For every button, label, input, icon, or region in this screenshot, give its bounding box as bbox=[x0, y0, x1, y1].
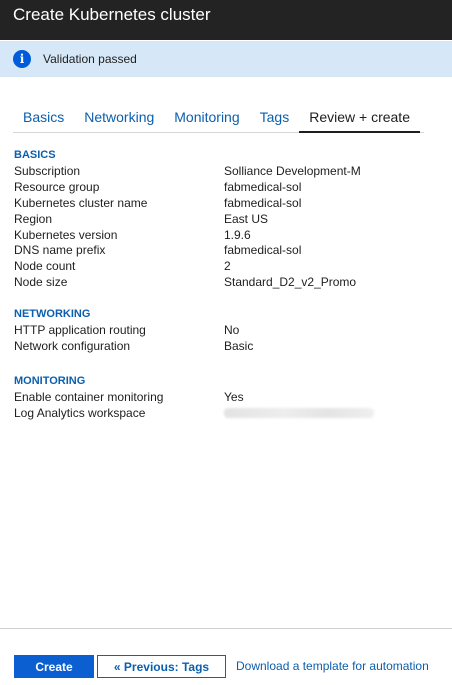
tab-tags[interactable]: Tags bbox=[250, 107, 300, 131]
monitoring-section: MONITORING Enable container monitoring Ye… bbox=[14, 374, 444, 421]
row-value: fabmedical-sol bbox=[224, 179, 302, 194]
summary-row: Node count 2 bbox=[14, 258, 444, 274]
row-value: 1.9.6 bbox=[224, 227, 251, 242]
row-key: Kubernetes version bbox=[14, 227, 118, 242]
summary-row: Kubernetes cluster name fabmedical-sol bbox=[14, 195, 444, 211]
summary-row: Resource group fabmedical-sol bbox=[14, 179, 444, 195]
summary-row: HTTP application routing No bbox=[14, 322, 444, 338]
download-template-link[interactable]: Download a template for automation bbox=[236, 659, 429, 673]
row-key: Region bbox=[14, 211, 53, 226]
previous-tags-button[interactable]: « Previous: Tags bbox=[97, 655, 226, 678]
summary-row: Enable container monitoring Yes bbox=[14, 389, 444, 405]
row-value: No bbox=[224, 323, 240, 337]
row-value: East US bbox=[224, 211, 269, 226]
monitoring-section-title: MONITORING bbox=[14, 375, 86, 387]
row-value: fabmedical-sol bbox=[224, 195, 302, 210]
row-key: Log Analytics workspace bbox=[14, 405, 146, 420]
redacted-workspace-name bbox=[224, 407, 374, 418]
row-key: Resource group bbox=[14, 179, 100, 194]
row-key: Node size bbox=[14, 275, 68, 290]
footer-divider bbox=[0, 628, 452, 629]
validation-message: Validation passed bbox=[43, 52, 137, 66]
tab-basics[interactable]: Basics bbox=[13, 107, 74, 131]
row-value: 2 bbox=[224, 259, 231, 274]
create-button[interactable]: Create bbox=[14, 655, 94, 678]
row-value: Basic bbox=[224, 338, 254, 353]
row-value-redacted bbox=[224, 405, 374, 421]
summary-row: Log Analytics workspace bbox=[14, 405, 444, 421]
row-key: HTTP application routing bbox=[14, 323, 146, 337]
networking-section-title: NETWORKING bbox=[14, 308, 91, 320]
row-value: Solliance Development-M bbox=[224, 164, 361, 178]
tab-review-create[interactable]: Review + create bbox=[299, 107, 420, 133]
row-key: Enable container monitoring bbox=[14, 390, 164, 404]
tab-monitoring[interactable]: Monitoring bbox=[164, 107, 249, 131]
summary-row: Network configuration Basic bbox=[14, 338, 444, 354]
tab-bar: Basics Networking Monitoring Tags Review… bbox=[13, 107, 424, 133]
row-value: Standard_D2_v2_Promo bbox=[224, 275, 357, 290]
row-key: Network configuration bbox=[14, 338, 131, 353]
summary-row: Region East US bbox=[14, 211, 444, 227]
summary-row: Subscription Solliance Development-M bbox=[14, 163, 444, 179]
info-icon: i bbox=[13, 50, 31, 68]
row-value: fabmedical-sol bbox=[224, 243, 302, 258]
row-value: Yes bbox=[224, 390, 244, 404]
row-key: Kubernetes cluster name bbox=[14, 195, 148, 210]
summary-row: Kubernetes version 1.9.6 bbox=[14, 227, 444, 243]
summary-row: Node size Standard_D2_v2_Promo bbox=[14, 274, 444, 290]
networking-section: NETWORKING HTTP application routing No Ne… bbox=[14, 307, 444, 354]
validation-banner: i Validation passed bbox=[0, 41, 452, 77]
blade-title: Create Kubernetes cluster bbox=[0, 0, 452, 40]
basics-section-title: BASICS bbox=[14, 149, 56, 161]
summary-row: DNS name prefix fabmedical-sol bbox=[14, 242, 444, 258]
row-key: Subscription bbox=[14, 164, 81, 178]
basics-section: BASICS Subscription Solliance Development… bbox=[14, 148, 444, 290]
row-key: Node count bbox=[14, 259, 76, 274]
tab-networking[interactable]: Networking bbox=[74, 107, 164, 131]
row-key: DNS name prefix bbox=[14, 243, 106, 258]
